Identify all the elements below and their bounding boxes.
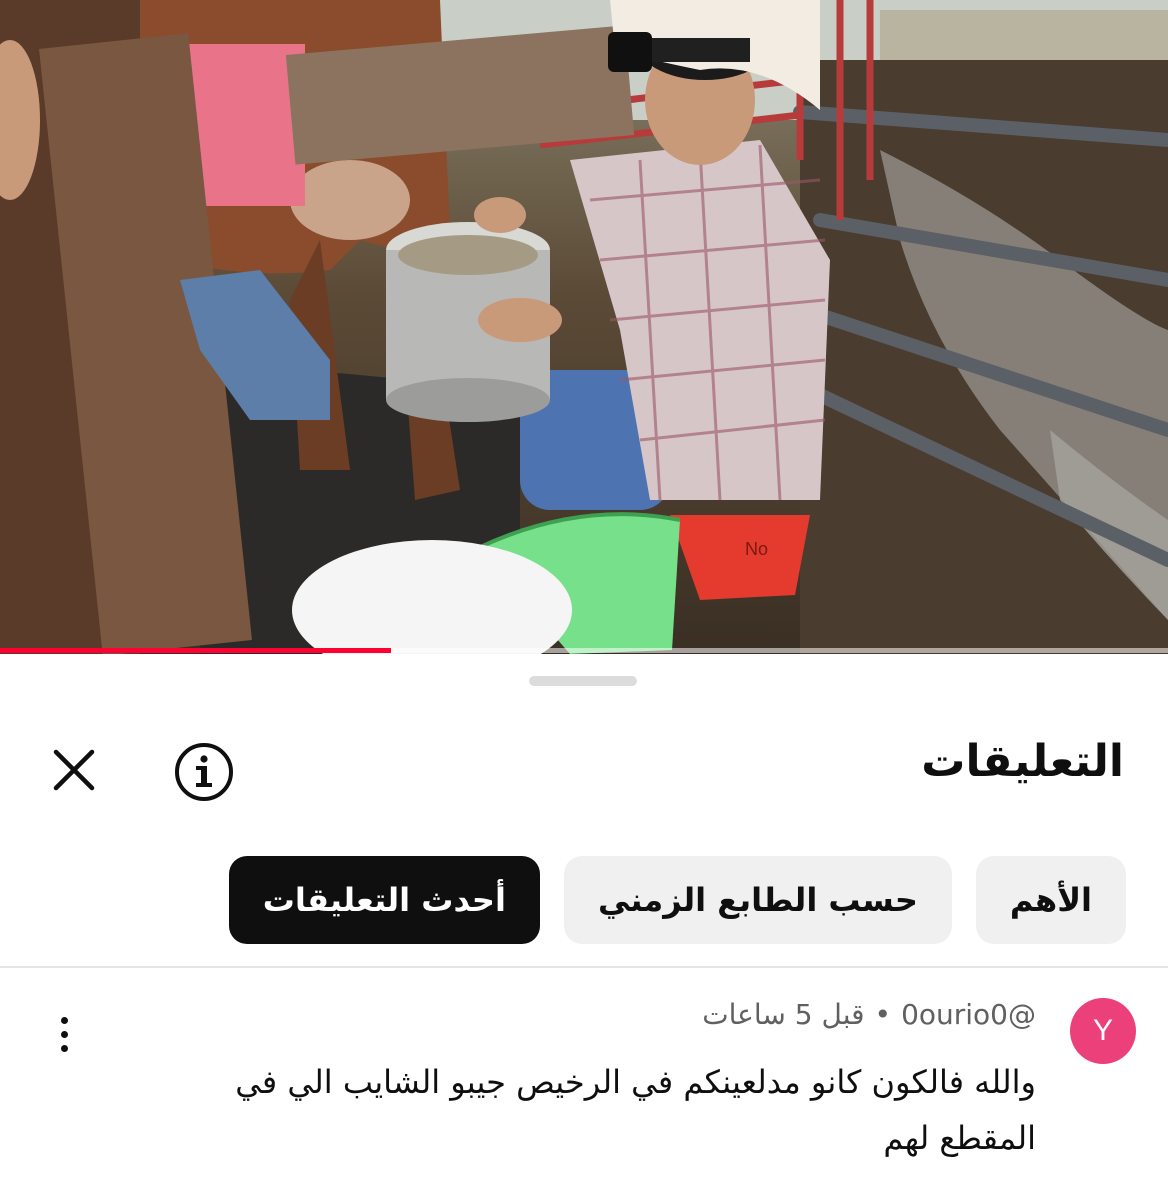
close-icon xyxy=(53,749,95,791)
video-progress-bar[interactable] xyxy=(0,648,1168,653)
video-frame: No xyxy=(0,0,1168,654)
info-icon xyxy=(175,743,233,801)
comment-username[interactable]: @0ourio0 xyxy=(901,998,1036,1031)
video-player[interactable]: No xyxy=(0,0,1168,654)
more-options-icon xyxy=(60,1016,68,1024)
chip-top[interactable]: الأهم xyxy=(975,856,1126,944)
bucket-mark: No xyxy=(745,539,768,559)
more-options-button[interactable] xyxy=(44,1004,84,1064)
chip-timestamp[interactable]: حسب الطابع الزمني xyxy=(563,856,952,944)
meta-separator: • xyxy=(874,998,892,1031)
comments-sheet: التعليقات الأهم حسب الطابع الزمني أحدث ا… xyxy=(0,654,1168,1200)
close-button[interactable] xyxy=(44,740,104,800)
info-button[interactable] xyxy=(172,740,236,804)
avatar[interactable]: Y xyxy=(1070,998,1136,1064)
chip-newest[interactable]: أحدث التعليقات xyxy=(228,856,540,944)
sheet-title: التعليقات xyxy=(921,736,1124,787)
comment-item: Y @0ourio0 • قبل 5 ساعات والله فالكون كا… xyxy=(0,984,1168,1200)
comment-meta: @0ourio0 • قبل 5 ساعات xyxy=(702,998,1036,1031)
drag-handle[interactable] xyxy=(529,676,637,686)
sheet-header: التعليقات xyxy=(0,724,1168,814)
comment-text: والله فالكون كانو مدلعينكم في الرخيص جيب… xyxy=(235,1063,1036,1157)
comment-time: قبل 5 ساعات xyxy=(702,998,865,1031)
divider xyxy=(0,966,1168,968)
video-progress-fill xyxy=(0,648,392,653)
filter-chips: الأهم حسب الطابع الزمني أحدث التعليقات xyxy=(228,856,1126,944)
